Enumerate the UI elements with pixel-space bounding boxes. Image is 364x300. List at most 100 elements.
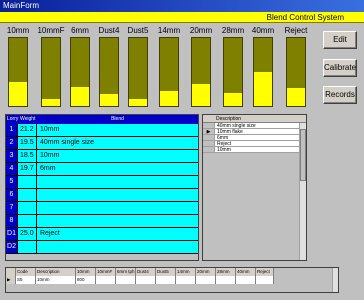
lorry-cell-blend[interactable]: 10mm [37, 124, 198, 136]
description-text[interactable]: 10mm flake [214, 129, 306, 135]
header-indicator [6, 268, 16, 276]
lorry-grid: Lorry Weight Blend 1 21.2 10mm 2 19.5 40mm si… [5, 114, 199, 261]
lorry-cell-weight[interactable] [18, 189, 37, 201]
lorry-row[interactable]: 7 [6, 202, 198, 215]
description-text[interactable]: 6mm [214, 135, 306, 141]
recipe-cell[interactable] [136, 276, 156, 284]
lorry-cell-blend[interactable]: Reject [37, 228, 198, 240]
recipe-grid-scrollbar[interactable] [332, 268, 338, 292]
lorry-row[interactable]: 1 21.2 10mm [6, 124, 198, 137]
lorry-cell-blend[interactable]: 10mm [37, 150, 198, 162]
bin-label: 6mm [71, 26, 89, 35]
window-title: MainForm [0, 0, 364, 12]
lorry-cell-blend[interactable] [37, 176, 198, 188]
lorry-cell-lorry: 1 [6, 124, 18, 136]
lorry-cell-lorry: D1 [6, 228, 18, 240]
lorry-row[interactable]: D1 25.0 Reject [6, 228, 198, 241]
row-indicator [203, 147, 214, 152]
lorry-grid-header: Lorry Weight Blend [6, 115, 198, 124]
bin-level-fill [254, 72, 272, 106]
lorry-cell-weight[interactable]: 19.5 [18, 137, 37, 149]
recipe-header-cell: 10mm tph [76, 268, 96, 282]
lorry-row[interactable]: 8 [6, 215, 198, 228]
recipe-cell[interactable] [196, 276, 216, 284]
bin-label: 28mm [221, 26, 245, 35]
bin-label: Dust5 [127, 26, 149, 35]
lorry-cell-weight[interactable] [18, 202, 37, 214]
lorry-row[interactable]: D2 [6, 241, 198, 254]
lorry-cell-lorry: 8 [6, 215, 18, 227]
description-row[interactable]: 10mm [203, 147, 306, 153]
calibrate-button[interactable]: Calibrate [323, 59, 357, 77]
bin-label: Dust4 [98, 26, 120, 35]
lorry-cell-weight[interactable]: 25.0 [18, 228, 37, 240]
recipe-cell[interactable] [216, 276, 236, 284]
records-button[interactable]: Records [323, 86, 357, 104]
blend-description-list[interactable]: Description 40mm single size ▶ 10mm flake 6… [202, 114, 307, 261]
bin-gauge [8, 37, 28, 107]
bin-label: 10mmF [37, 26, 65, 35]
recipe-cell[interactable] [156, 276, 176, 284]
lorry-cell-weight[interactable]: 19.7 [18, 163, 37, 175]
recipe-cell[interactable]: 10mm [36, 276, 76, 284]
lorry-cell-weight[interactable] [18, 241, 37, 253]
lorry-cell-blend[interactable] [37, 202, 198, 214]
system-banner: Blend Control System [0, 12, 364, 23]
lorry-cell-lorry: 4 [6, 163, 18, 175]
lorry-cell-weight[interactable]: 18.5 [18, 150, 37, 162]
lorry-cell-lorry: 6 [6, 189, 18, 201]
lorry-row[interactable]: 3 18.5 10mm [6, 150, 198, 163]
description-text[interactable]: Reject [214, 141, 306, 147]
bin-gauge [286, 37, 306, 107]
header-blend: Blend [111, 116, 124, 122]
recipe-header-cell: 40mm tph [236, 268, 256, 282]
recipe-grid: CodeDescription10mm tph10mmF tph6mm tphD… [5, 267, 339, 293]
lorry-cell-blend[interactable] [37, 241, 198, 253]
recipe-header-cell: Code [16, 268, 36, 276]
lorry-cell-blend[interactable] [37, 189, 198, 201]
row-indicator [203, 135, 214, 140]
bin-label: 10mm [6, 26, 30, 35]
description-scrollbar[interactable] [299, 123, 306, 260]
recipe-cell[interactable] [256, 276, 274, 284]
recipe-header-cell: Dust4 tph [136, 268, 156, 282]
recipe-header-cell: 10mmF tph [96, 268, 116, 282]
bin-label: 40mm [251, 26, 275, 35]
recipe-header-cell: Description [36, 268, 76, 276]
bin-level-fill [192, 84, 210, 106]
recipe-cell[interactable] [236, 276, 256, 284]
lorry-cell-weight[interactable] [18, 215, 37, 227]
bin-gauge [191, 37, 211, 107]
description-header: Description [203, 115, 306, 123]
lorry-cell-weight[interactable]: 21.2 [18, 124, 37, 136]
lorry-cell-weight[interactable] [18, 176, 37, 188]
lorry-cell-blend[interactable]: 6mm [37, 163, 198, 175]
lorry-row[interactable]: 4 19.7 6mm [6, 163, 198, 176]
lorry-row[interactable]: 5 [6, 176, 198, 189]
row-indicator [203, 123, 214, 128]
description-text[interactable]: 10mm [214, 147, 306, 153]
bin-level-fill [224, 93, 242, 106]
bin-gauge [253, 37, 273, 107]
bin-gauge [128, 37, 148, 107]
description-text[interactable]: 40mm single size [214, 123, 306, 129]
header-lorry: Lorry [7, 116, 19, 122]
recipe-cell[interactable] [176, 276, 196, 284]
header-weight: Weight [20, 116, 36, 122]
lorry-row[interactable]: 2 19.5 40mm single size [6, 137, 198, 150]
recipe-cell[interactable]: S5 [16, 276, 36, 284]
lorry-cell-blend[interactable]: 40mm single size [37, 137, 198, 149]
edit-button[interactable]: Edit [323, 31, 357, 49]
recipe-grid-header: CodeDescription10mm tph10mmF tph6mm tphD… [6, 268, 338, 282]
bin-level-fill [71, 87, 89, 106]
bin-label: Reject [284, 26, 308, 35]
row-indicator [203, 141, 214, 146]
recipe-cell[interactable] [96, 276, 116, 284]
lorry-row[interactable]: 6 [6, 189, 198, 202]
bin-gauge [70, 37, 90, 107]
recipe-grid-row[interactable]: ▶ S5 10mm 800 [6, 276, 338, 284]
recipe-cell[interactable] [116, 276, 136, 284]
recipe-cell[interactable]: 800 [76, 276, 96, 284]
lorry-cell-blend[interactable] [37, 215, 198, 227]
bin-label: 14mm [157, 26, 181, 35]
